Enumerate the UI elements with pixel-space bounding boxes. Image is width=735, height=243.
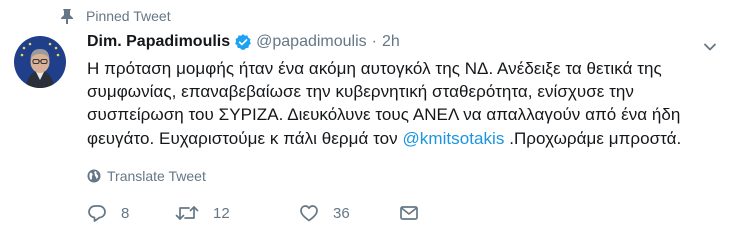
tweet-actions: 8 12 36 — [87, 203, 419, 223]
tweet-text-line: Η πρόταση μομφής ήταν ένα ακόμη αυτογκόλ… — [87, 59, 662, 78]
reply-button[interactable]: 8 — [87, 203, 187, 223]
heart-icon — [300, 205, 318, 222]
direct-message-button[interactable] — [399, 203, 419, 223]
translate-label: Translate Tweet — [107, 168, 206, 184]
reply-icon — [88, 205, 106, 222]
pinned-label: Pinned Tweet — [86, 8, 171, 24]
like-count: 36 — [333, 204, 350, 222]
translate-tweet-link[interactable]: Translate Tweet — [87, 168, 206, 184]
mention-link[interactable]: @kmitsotakis — [403, 129, 505, 148]
display-name[interactable]: Dim. Papadimoulis — [87, 33, 230, 51]
like-button[interactable]: 36 — [299, 203, 399, 223]
pin-icon — [61, 9, 73, 24]
tweet-text-line: συσπείρωση του ΣΥΡΙΖΑ. Διευκόλυνε τους Α… — [87, 105, 681, 125]
avatar-image — [14, 36, 66, 88]
tweet-card[interactable]: Pinned Tweet Dim. Papadimoulis @papadimo… — [0, 0, 735, 243]
tweet-text-segment: .Προχωράμε μπροστά. — [504, 128, 682, 148]
chevron-down-icon[interactable] — [703, 40, 717, 54]
retweet-button[interactable]: 12 — [175, 203, 285, 223]
tweet-text-segment: φευγάτο. Ευχαριστούμε κ πάλι θερμά τον — [87, 128, 403, 148]
separator-dot: · — [371, 33, 377, 50]
user-handle[interactable]: @papadimoulis — [256, 33, 367, 51]
retweet-icon — [175, 206, 199, 220]
tweet-text-line: συμφωνίας, επαναβεβαίωσε την κυβερνητική… — [87, 82, 634, 102]
tweet-text: Η πρόταση μομφής ήταν ένα ακόμη αυτογκόλ… — [87, 57, 727, 150]
globe-icon — [87, 169, 101, 183]
avatar[interactable] — [14, 36, 66, 88]
reply-count: 8 — [121, 204, 130, 222]
retweet-count: 12 — [213, 204, 230, 222]
tweet-header: Dim. Papadimoulis @papadimoulis · 2h — [87, 33, 400, 51]
tweet-text-line: φευγάτο. Ευχαριστούμε κ πάλι θερμά τον @… — [87, 127, 727, 150]
envelope-icon — [400, 206, 418, 220]
tweet-timestamp[interactable]: 2h — [382, 33, 400, 51]
pinned-indicator: Pinned Tweet — [60, 8, 171, 24]
verified-badge-icon — [235, 34, 252, 50]
